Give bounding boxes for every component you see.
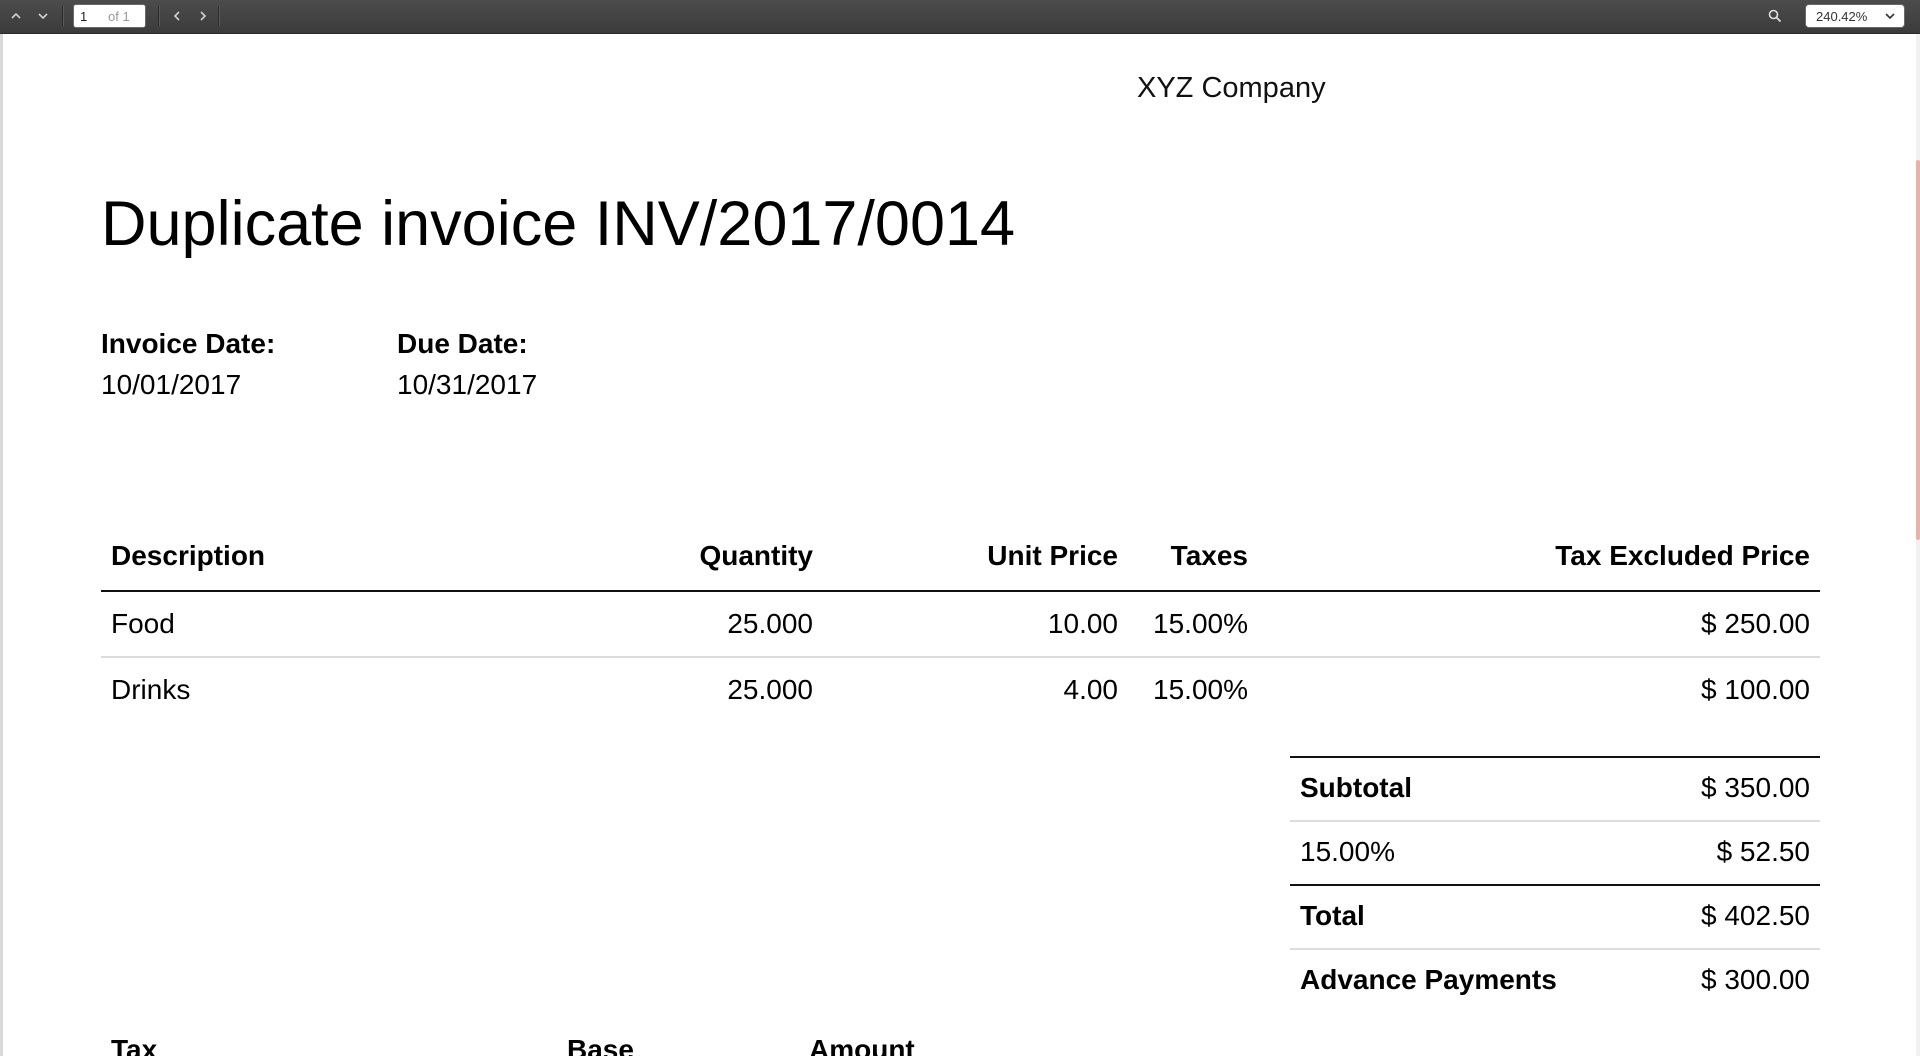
tax-value: $ 52.50: [1716, 836, 1810, 867]
column-header-description: Description: [111, 540, 266, 571]
invoice-title: Duplicate invoice INV/2017/0014: [101, 189, 1016, 259]
chevron-up-icon: [11, 12, 21, 19]
line-description: Food: [111, 608, 175, 639]
toolbar-separator: [158, 6, 159, 26]
totals-table: Subtotal $ 350.00 15.00% $ 52.50 Total $…: [1290, 756, 1820, 1012]
page-edge: [0, 34, 3, 1056]
due-date-value: 10/31/2017: [397, 369, 538, 400]
subtotal-label: Subtotal: [1300, 772, 1412, 803]
table-header-row: Description Quantity Unit Price Taxes Ta…: [101, 522, 1820, 592]
column-header-taxes: Taxes: [1170, 540, 1248, 571]
due-date-label: Due Date:: [397, 328, 528, 359]
page-number-box: of 1: [73, 4, 146, 28]
advance-payments-row: Advance Payments $ 300.00: [1290, 950, 1820, 1012]
total-row: Total $ 402.50: [1290, 886, 1820, 950]
line-price: $ 100.00: [1701, 674, 1810, 705]
invoice-lines-table: Description Quantity Unit Price Taxes Ta…: [101, 522, 1820, 722]
line-price: $ 250.00: [1701, 608, 1810, 639]
subtotal-row: Subtotal $ 350.00: [1290, 758, 1820, 822]
page-count-label: of 1: [108, 9, 130, 24]
column-header-tax-excluded-price: Tax Excluded Price: [1555, 540, 1810, 571]
pdf-viewer-toolbar: of 1 240.42%: [0, 0, 1920, 34]
tax-label: 15.00%: [1300, 836, 1395, 867]
line-description: Drinks: [111, 674, 191, 705]
table-row: Food 25.000 10.00 15.00% $ 250.00: [101, 592, 1820, 658]
line-taxes: 15.00%: [1153, 674, 1248, 705]
zoom-select[interactable]: 240.42%: [1805, 4, 1905, 28]
line-unit-price: 10.00: [1047, 608, 1118, 639]
chevron-down-icon: [1885, 13, 1895, 20]
chevron-down-icon: [38, 13, 48, 20]
company-name: XYZ Company: [1137, 72, 1326, 104]
next-page-button[interactable]: [30, 4, 56, 28]
scrollbar-thumb[interactable]: [1916, 160, 1920, 540]
tax-table-header-base: Base: [567, 1034, 634, 1056]
forward-button[interactable]: [190, 4, 216, 28]
scrollbar[interactable]: [1916, 34, 1920, 1056]
page-number-input[interactable]: [80, 8, 102, 24]
toolbar-separator: [62, 6, 63, 26]
column-header-unit-price: Unit Price: [987, 540, 1118, 571]
total-value: $ 402.50: [1701, 900, 1810, 931]
line-quantity: 25.000: [727, 674, 813, 705]
previous-page-button[interactable]: [3, 4, 29, 28]
chevron-left-icon: [173, 11, 180, 21]
search-icon: [1768, 9, 1782, 23]
tax-table-header-amount: Amount: [809, 1034, 915, 1056]
advance-payments-label: Advance Payments: [1300, 964, 1557, 995]
line-unit-price: 4.00: [1063, 674, 1119, 705]
chevron-right-icon: [200, 11, 207, 21]
tax-table-header-tax: Tax: [111, 1034, 158, 1056]
document-viewport: XYZ Company Duplicate invoice INV/2017/0…: [0, 34, 1920, 1056]
toolbar-separator: [218, 6, 219, 26]
zoom-value: 240.42%: [1816, 9, 1868, 24]
advance-payments-value: $ 300.00: [1701, 964, 1810, 995]
table-row: Drinks 25.000 4.00 15.00% $ 100.00: [101, 658, 1820, 722]
search-button[interactable]: [1762, 5, 1788, 27]
invoice-date-label: Invoice Date:: [101, 328, 276, 359]
line-quantity: 25.000: [727, 608, 813, 639]
invoice-date-value: 10/01/2017: [101, 369, 242, 400]
subtotal-value: $ 350.00: [1701, 772, 1810, 803]
line-taxes: 15.00%: [1153, 608, 1248, 639]
tax-row: 15.00% $ 52.50: [1290, 822, 1820, 886]
total-label: Total: [1300, 900, 1365, 931]
column-header-quantity: Quantity: [699, 540, 813, 571]
back-button[interactable]: [164, 4, 190, 28]
